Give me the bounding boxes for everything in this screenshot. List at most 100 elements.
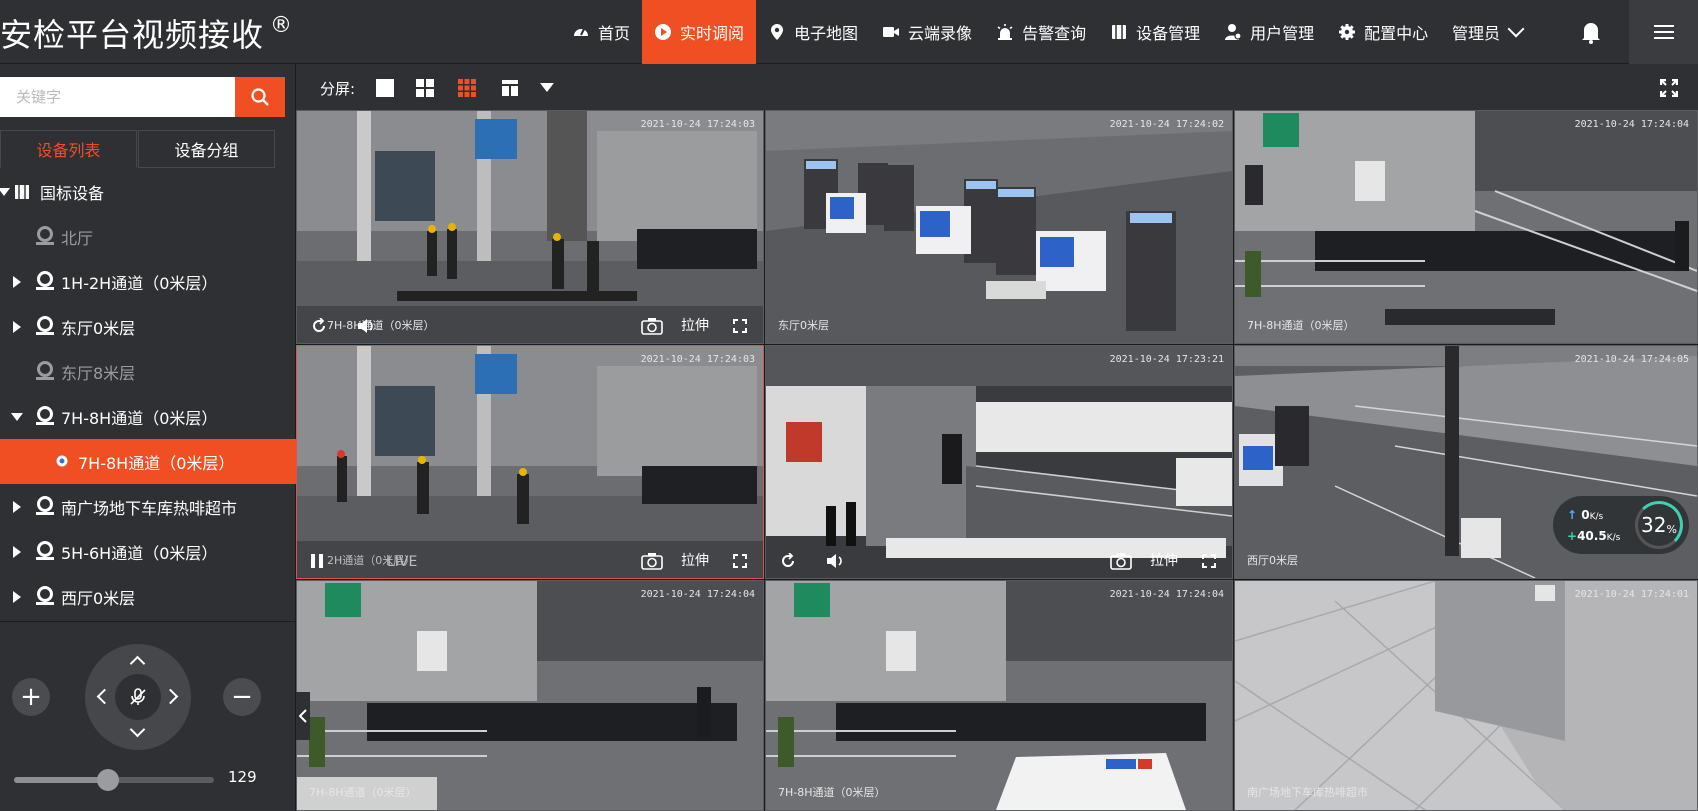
hamburger-menu-button[interactable] bbox=[1629, 0, 1698, 64]
search-icon bbox=[251, 88, 269, 106]
layout-custom-icon[interactable] bbox=[502, 80, 518, 96]
ptz-center-button[interactable] bbox=[115, 674, 161, 720]
gear-icon bbox=[1339, 24, 1356, 40]
app-title: 安检平台视频接收 ® bbox=[0, 13, 294, 54]
dashboard-icon bbox=[574, 28, 588, 36]
snapshot-icon[interactable] bbox=[641, 317, 663, 335]
chevron-left-icon bbox=[299, 709, 307, 723]
nav-home[interactable]: 首页 bbox=[560, 0, 642, 64]
timestamp: 2021-10-24 17:24:03 bbox=[640, 119, 755, 130]
timestamp: 2021-10-24 17:24:05 bbox=[1574, 354, 1689, 365]
tree-node-east-hall-0[interactable]: 东厅0米层 bbox=[0, 304, 296, 349]
network-stats: ↑ 0K/s +40.5K/s 32% bbox=[1553, 496, 1689, 554]
tree-node-7h-8h-camera[interactable]: 7H-8H通道（0米层） bbox=[0, 439, 296, 484]
chevron-down-icon[interactable] bbox=[11, 412, 23, 421]
timestamp: 2021-10-24 17:24:02 bbox=[1109, 119, 1224, 130]
book-icon bbox=[15, 185, 29, 199]
layout-3x3-icon[interactable] bbox=[458, 79, 476, 97]
nav-user-manage[interactable]: 用户管理 bbox=[1212, 0, 1326, 64]
expand-icon[interactable] bbox=[733, 554, 747, 568]
layout-dropdown-icon[interactable] bbox=[540, 83, 554, 93]
volume-icon[interactable] bbox=[826, 553, 844, 569]
search-button[interactable] bbox=[235, 77, 285, 117]
timestamp: 2021-10-24 17:23:21 bbox=[1109, 354, 1224, 365]
tree-node-west-hall[interactable]: 西厅0米层 bbox=[0, 574, 296, 619]
collapse-sidebar-button[interactable] bbox=[296, 692, 310, 740]
sidebar: 设备列表 设备分组 国标设备 北厅 1H-2H通道（0米层） 东厅0米层 东厅8… bbox=[0, 64, 296, 811]
camera-name: 7H-8H通道（0米层） bbox=[1247, 319, 1355, 332]
pause-icon[interactable] bbox=[311, 554, 323, 568]
video-tile-1[interactable]: 2021-10-24 17:24:03 7H-8H通道（0米层） 拉伸 bbox=[296, 110, 764, 344]
volume-icon[interactable] bbox=[357, 318, 375, 334]
ptz-up-button[interactable] bbox=[129, 655, 146, 672]
nav-alarm[interactable]: 告警查询 bbox=[984, 0, 1098, 64]
speed-slider[interactable] bbox=[14, 769, 214, 791]
chevron-right-icon[interactable] bbox=[13, 545, 21, 558]
search-bar bbox=[0, 77, 285, 117]
stretch-button[interactable]: 拉伸 bbox=[1150, 550, 1178, 570]
camera-icon bbox=[36, 406, 54, 425]
zoom-in-button[interactable]: + bbox=[12, 678, 50, 716]
camera-icon bbox=[36, 361, 54, 380]
stretch-button[interactable]: 拉伸 bbox=[681, 550, 709, 570]
refresh-icon[interactable] bbox=[780, 553, 796, 569]
video-grid: 2021-10-24 17:24:03 7H-8H通道（0米层） 拉伸 2021… bbox=[296, 110, 1698, 811]
video-tile-6[interactable]: 2021-10-24 17:24:05 西厅0米层 ↑ 0K/s +40.5K/… bbox=[1234, 345, 1698, 579]
tab-device-list[interactable]: 设备列表 bbox=[0, 130, 137, 168]
tree-node-north-hall[interactable]: 北厅 bbox=[0, 214, 296, 259]
layout-1x1-icon[interactable] bbox=[376, 79, 394, 97]
chevron-right-icon[interactable] bbox=[13, 320, 21, 333]
layout-2x2-icon[interactable] bbox=[416, 79, 434, 97]
video-tile-8[interactable]: 2021-10-24 17:24:04 7H-8H通道（0米层） bbox=[765, 580, 1233, 811]
zoom-out-button[interactable]: − bbox=[223, 678, 261, 716]
chevron-right-icon[interactable] bbox=[13, 590, 21, 603]
chevron-down-icon[interactable] bbox=[0, 187, 10, 196]
chevron-down-icon bbox=[1507, 20, 1525, 38]
tree-node-label: 东厅0米层 bbox=[61, 318, 136, 338]
tree-node-gb-devices[interactable]: 国标设备 bbox=[0, 169, 296, 214]
camera-name: 南广场地下车库热啡超市 bbox=[1247, 786, 1368, 799]
video-tile-5[interactable]: 2021-10-24 17:23:21 拉伸 bbox=[765, 345, 1233, 579]
camera-icon bbox=[36, 586, 54, 605]
ptz-right-button[interactable] bbox=[162, 688, 179, 705]
camera-icon bbox=[56, 455, 68, 467]
hamburger-icon bbox=[1653, 31, 1674, 33]
tree-node-5h-6h[interactable]: 5H-6H通道（0米层） bbox=[0, 529, 296, 574]
chevron-right-icon[interactable] bbox=[13, 500, 21, 513]
chevron-right-icon[interactable] bbox=[13, 275, 21, 288]
slider-knob[interactable] bbox=[97, 769, 119, 791]
expand-icon[interactable] bbox=[733, 319, 747, 333]
expand-icon[interactable] bbox=[1202, 554, 1216, 568]
fullscreen-icon[interactable] bbox=[1660, 79, 1678, 97]
video-tile-2[interactable]: 2021-10-24 17:24:02 东厅0米层 bbox=[765, 110, 1233, 344]
search-input[interactable] bbox=[0, 77, 236, 117]
tree-node-1h-2h[interactable]: 1H-2H通道（0米层） bbox=[0, 259, 296, 304]
tree-node-label: 7H-8H通道（0米层） bbox=[78, 453, 235, 473]
ptz-left-button[interactable] bbox=[96, 688, 113, 705]
tree-node-7h-8h[interactable]: 7H-8H通道（0米层） bbox=[0, 394, 296, 439]
ptz-direction-pad bbox=[85, 644, 191, 750]
snapshot-icon[interactable] bbox=[641, 552, 663, 570]
bell-icon[interactable] bbox=[1580, 20, 1602, 44]
nav-live-view[interactable]: 实时调阅 bbox=[642, 0, 757, 64]
nav-device-manage[interactable]: 设备管理 bbox=[1098, 0, 1212, 64]
stretch-button[interactable]: 拉伸 bbox=[681, 315, 709, 335]
ptz-down-button[interactable] bbox=[129, 721, 146, 738]
snapshot-icon[interactable] bbox=[1110, 552, 1132, 570]
user-menu[interactable]: 管理员 bbox=[1452, 0, 1525, 64]
timestamp: 2021-10-24 17:24:04 bbox=[640, 589, 755, 600]
video-tile-9[interactable]: 2021-10-24 17:24:01 南广场地下车库热啡超市 bbox=[1234, 580, 1698, 811]
alarm-icon bbox=[997, 24, 1013, 40]
camera-feed-image bbox=[766, 581, 1232, 810]
tree-node-south-plaza[interactable]: 南广场地下车库热啡超市 bbox=[0, 484, 296, 529]
tree-node-east-hall-8[interactable]: 东厅8米层 bbox=[0, 349, 296, 394]
video-tile-3[interactable]: 2021-10-24 17:24:04 7H-8H通道（0米层） bbox=[1234, 110, 1698, 344]
nav-config[interactable]: 配置中心 bbox=[1326, 0, 1440, 64]
video-tile-7[interactable]: 2021-10-24 17:24:04 7H-8H通道（0米层） bbox=[296, 580, 764, 811]
refresh-icon[interactable] bbox=[311, 318, 327, 334]
nav-cloud-record[interactable]: 云端录像 bbox=[870, 0, 984, 64]
tab-device-group[interactable]: 设备分组 bbox=[138, 130, 275, 168]
video-tile-4[interactable]: 2021-10-24 17:24:03 2H通道（0米层） LIVE 拉伸 bbox=[296, 345, 764, 579]
camera-icon bbox=[36, 541, 54, 560]
nav-map[interactable]: 电子地图 bbox=[756, 0, 870, 64]
